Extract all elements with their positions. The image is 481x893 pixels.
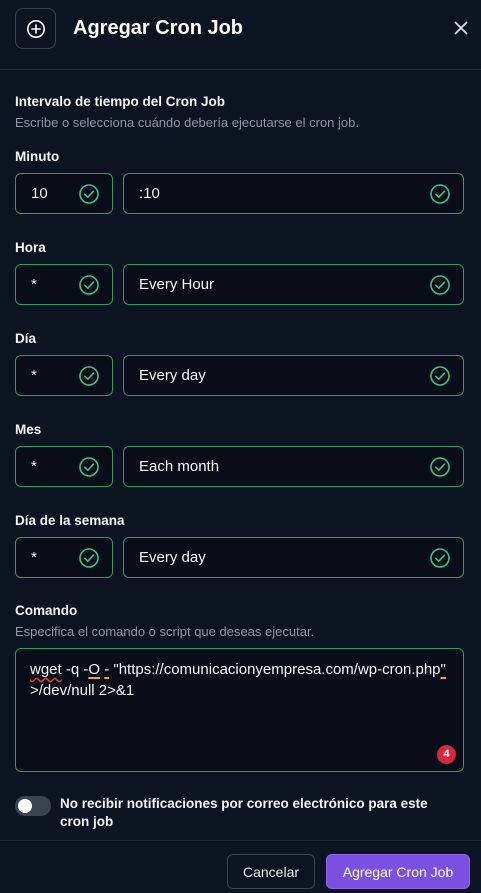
command-text: wget -q -O - "https://comunicacionyempre… [30,661,451,699]
day-select[interactable]: Every day [123,355,464,396]
check-circle-icon [430,457,450,477]
day-value: * [31,367,37,384]
day-input[interactable]: * [15,355,113,396]
command-description: Especifica el comando o script que desea… [15,624,315,639]
month-select-value: Each month [139,458,220,475]
dialog-title: Agregar Cron Job [73,17,244,39]
add-cron-job-button[interactable]: Agregar Cron Job [326,854,470,889]
weekday-select-value: Every day [139,549,206,566]
check-circle-icon [430,366,450,386]
month-value: * [31,458,37,475]
minute-select[interactable]: :10 [123,173,464,214]
check-circle-icon [79,275,99,295]
minute-select-value: :10 [139,185,160,202]
plus-circle-icon [15,8,56,49]
minute-input[interactable]: 10 [15,173,113,214]
month-label: Mes [15,422,42,437]
month-input[interactable]: * [15,446,113,487]
hour-input[interactable]: * [15,264,113,305]
minute-value: 10 [31,185,48,202]
check-circle-icon [430,184,450,204]
day-select-value: Every day [139,367,206,384]
close-icon[interactable] [450,17,472,39]
month-select[interactable]: Each month [123,446,464,487]
issue-count-badge: 4 [437,745,456,764]
weekday-label: Día de la semana [15,513,125,528]
hour-select[interactable]: Every Hour [123,264,464,305]
weekday-input[interactable]: * [15,537,113,578]
hour-select-value: Every Hour [139,276,215,293]
minute-label: Minuto [15,149,60,164]
weekday-value: * [31,549,37,566]
check-circle-icon [430,275,450,295]
hour-label: Hora [15,240,46,255]
check-circle-icon [430,548,450,568]
dialog-header: Agregar Cron Job [0,0,481,70]
cancel-button[interactable]: Cancelar [227,854,315,889]
command-label: Comando [15,603,78,618]
check-circle-icon [79,548,99,568]
toggle-knob [18,799,32,813]
weekday-select[interactable]: Every day [123,537,464,578]
dialog-footer: Cancelar Agregar Cron Job [0,840,481,893]
command-textarea[interactable]: wget -q -O - "https://comunicacionyempre… [15,648,464,772]
interval-description: Escribe o selecciona cuándo debería ejec… [15,115,359,130]
check-circle-icon [79,366,99,386]
interval-title: Intervalo de tiempo del Cron Job [15,94,226,109]
notification-toggle[interactable] [15,796,51,816]
notification-toggle-label: No recibir notificaciones por correo ele… [60,796,428,829]
day-label: Día [15,331,37,346]
check-circle-icon [79,457,99,477]
check-circle-icon [79,184,99,204]
hour-value: * [31,276,37,293]
